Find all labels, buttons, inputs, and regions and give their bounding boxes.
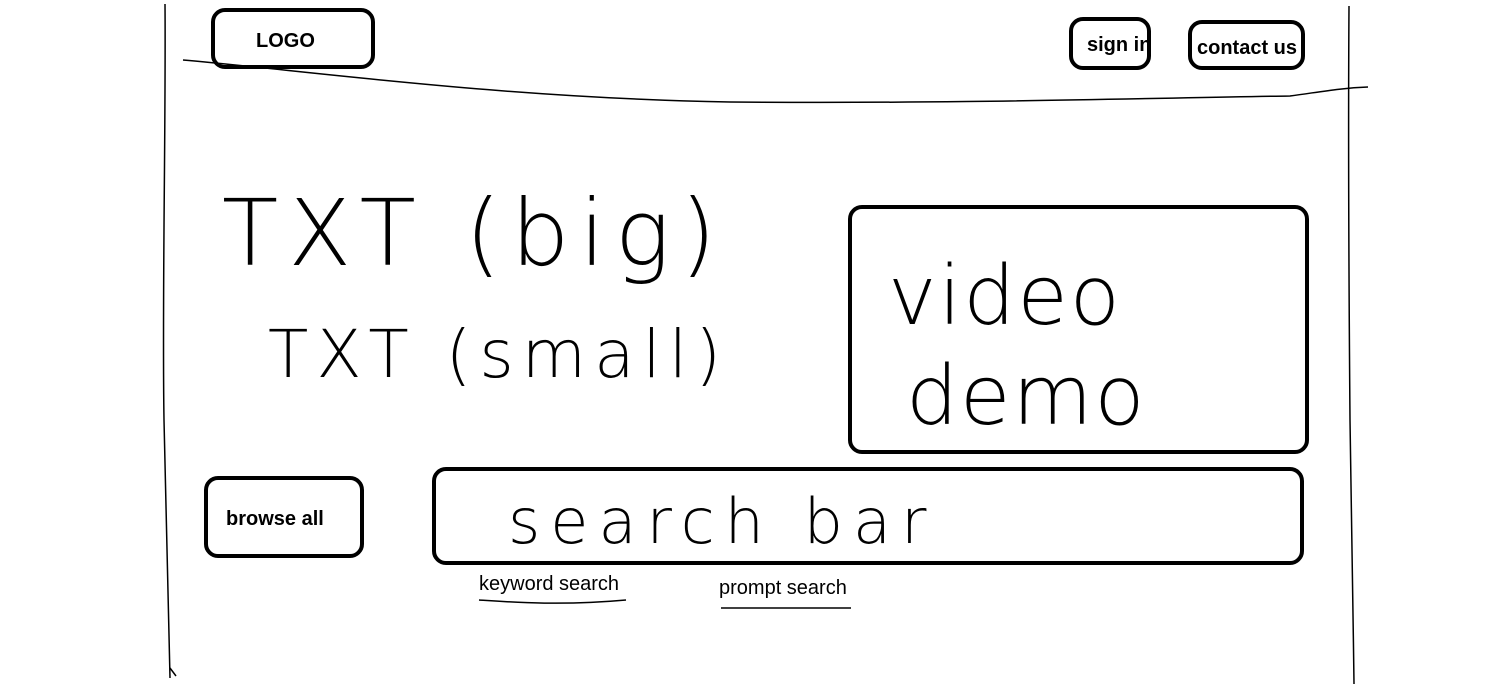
search-bar[interactable]: search bar xyxy=(432,467,1304,565)
sign-in-button[interactable]: sign in xyxy=(1069,17,1151,70)
video-label-line2: demo xyxy=(906,349,1147,444)
video-label-line1: video xyxy=(888,249,1122,344)
search-bar-placeholder: search bar xyxy=(508,485,937,558)
hero-big-text: TXT (big) xyxy=(222,180,726,287)
prompt-search-link[interactable]: prompt search xyxy=(719,577,847,600)
video-demo[interactable]: video demo xyxy=(848,205,1309,454)
browse-all-label: browse all xyxy=(226,508,324,530)
contact-us-label: contact us xyxy=(1197,37,1298,59)
contact-us-button[interactable]: contact us xyxy=(1188,20,1305,70)
browse-all-button[interactable]: browse all xyxy=(204,476,364,558)
keyword-search-link[interactable]: keyword search xyxy=(479,573,619,596)
sign-in-label: sign in xyxy=(1087,34,1151,56)
hero-small-text: TXT (small) xyxy=(268,316,729,393)
logo-label: LOGO xyxy=(256,30,315,52)
